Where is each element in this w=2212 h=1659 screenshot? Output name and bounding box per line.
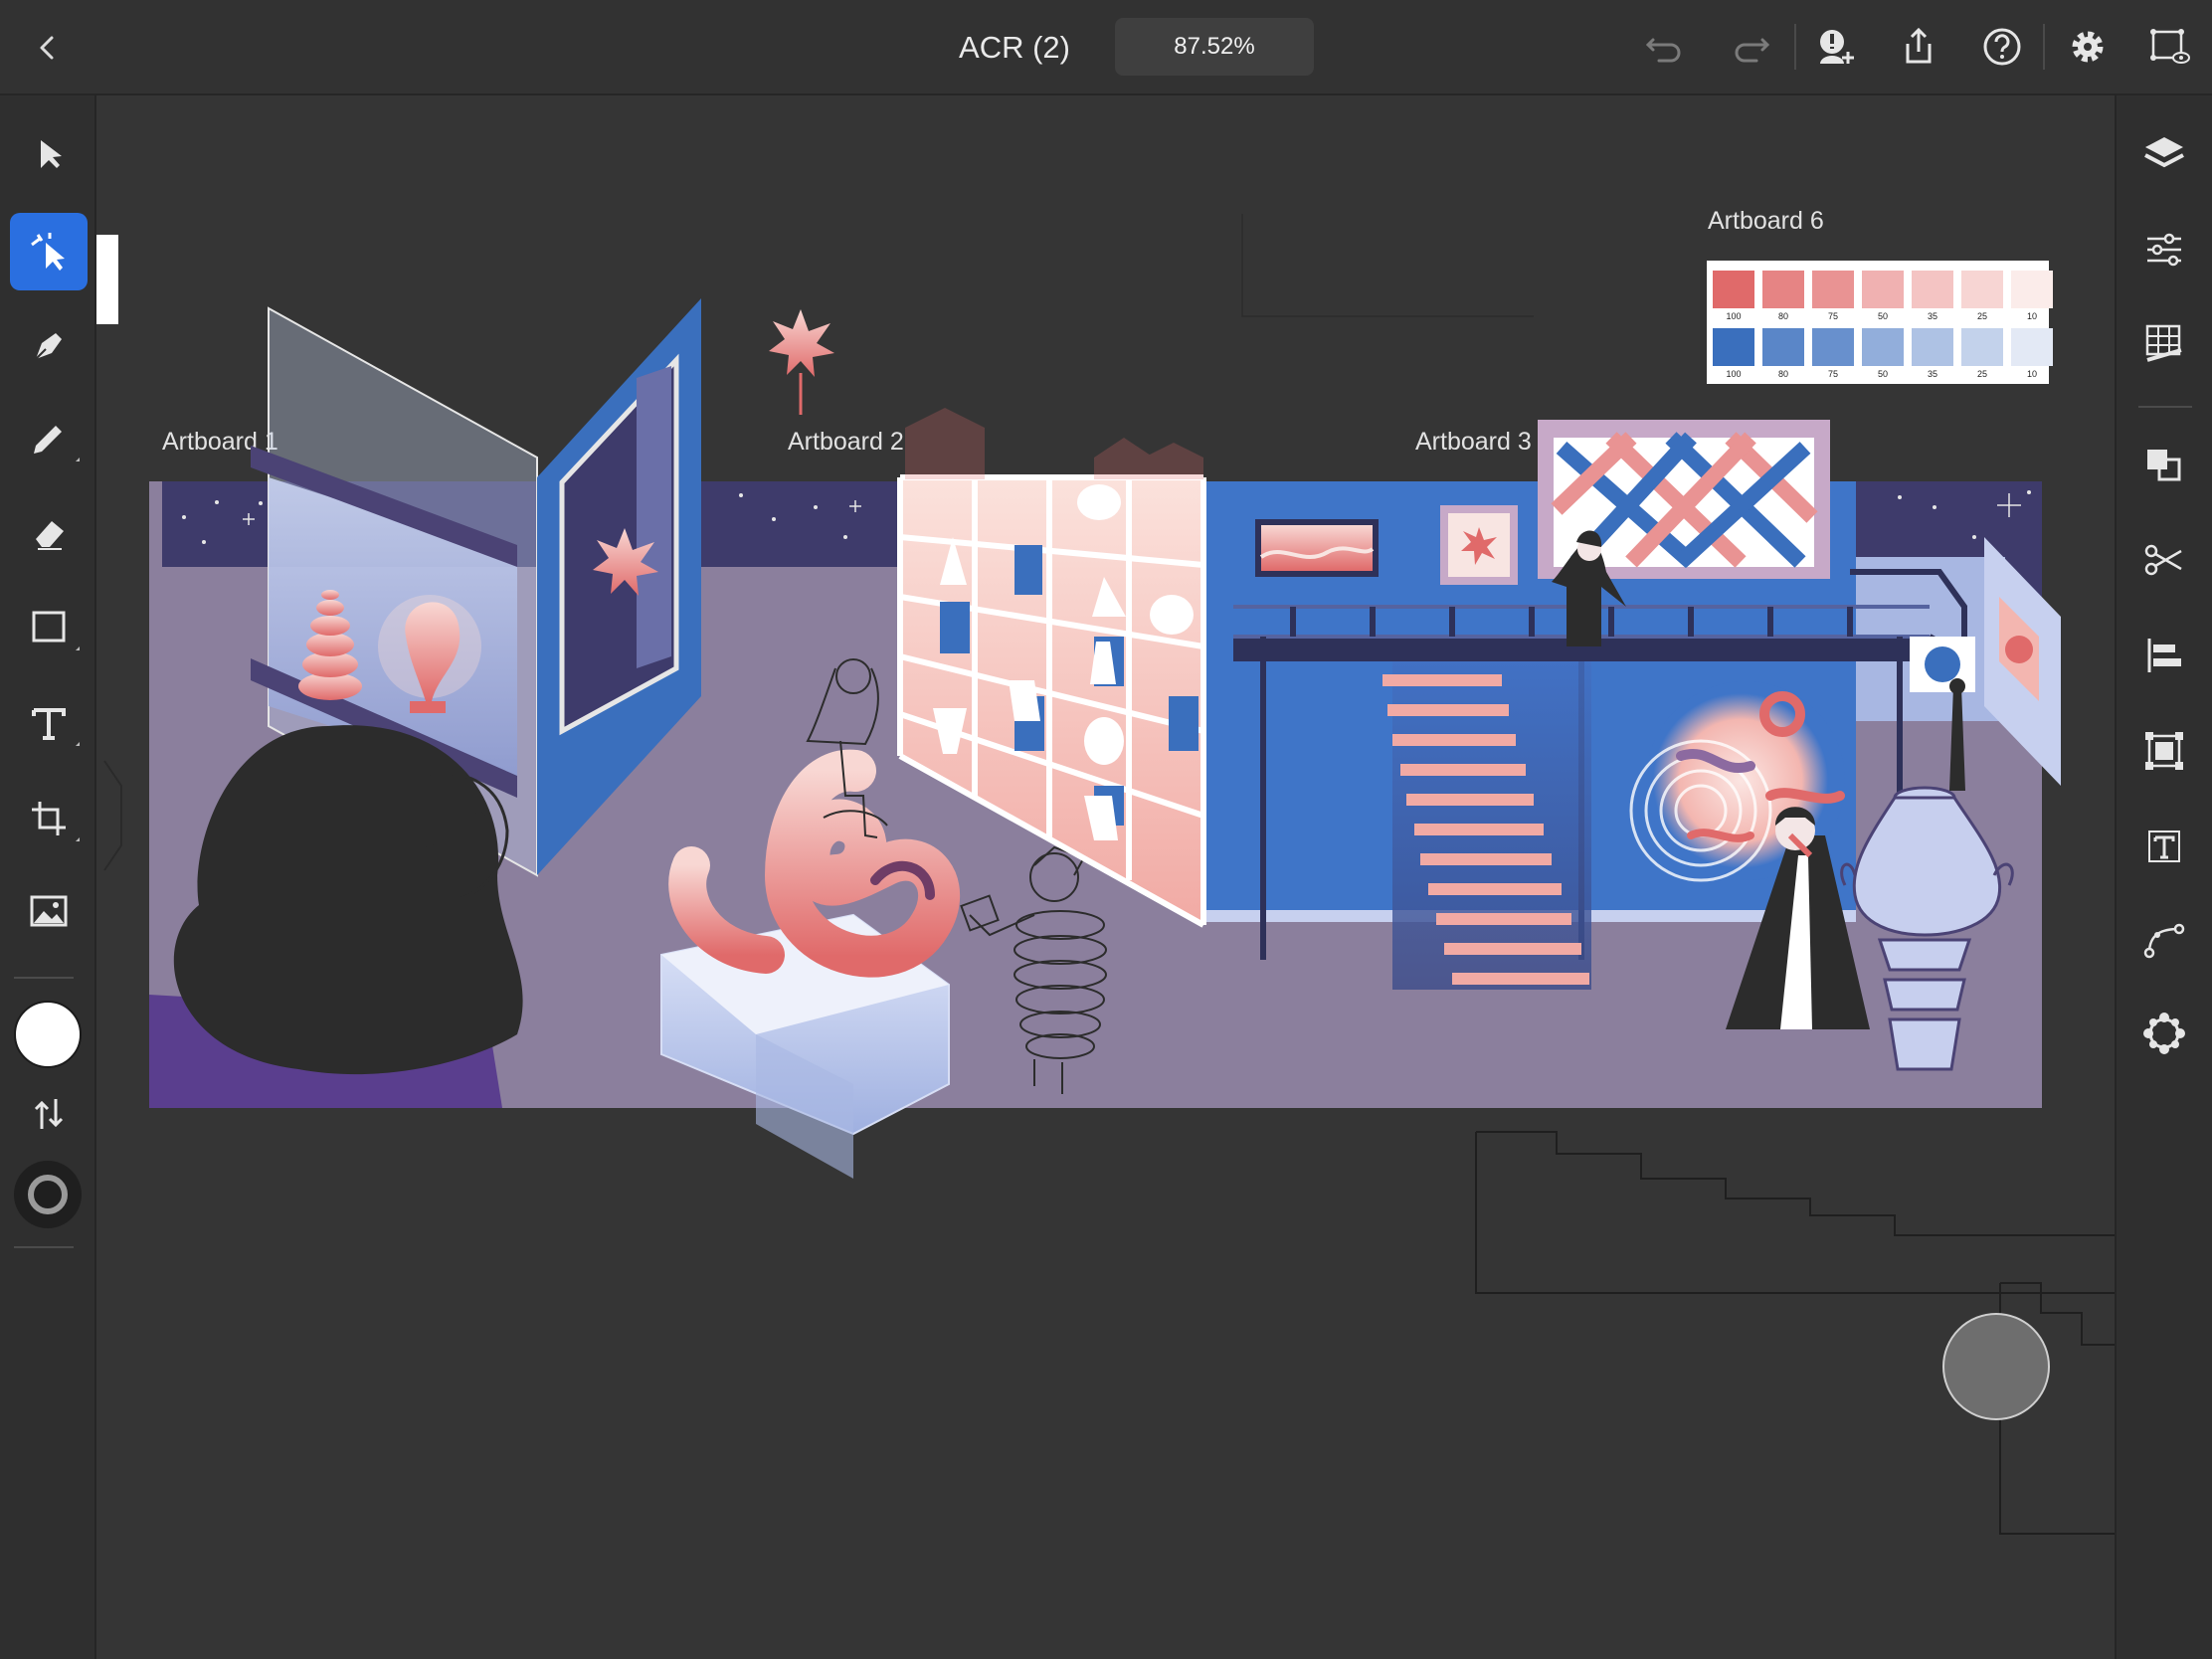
touch-shortcut-button[interactable]: [1942, 1313, 2050, 1420]
artwork-canvas[interactable]: [0, 0, 2212, 1659]
